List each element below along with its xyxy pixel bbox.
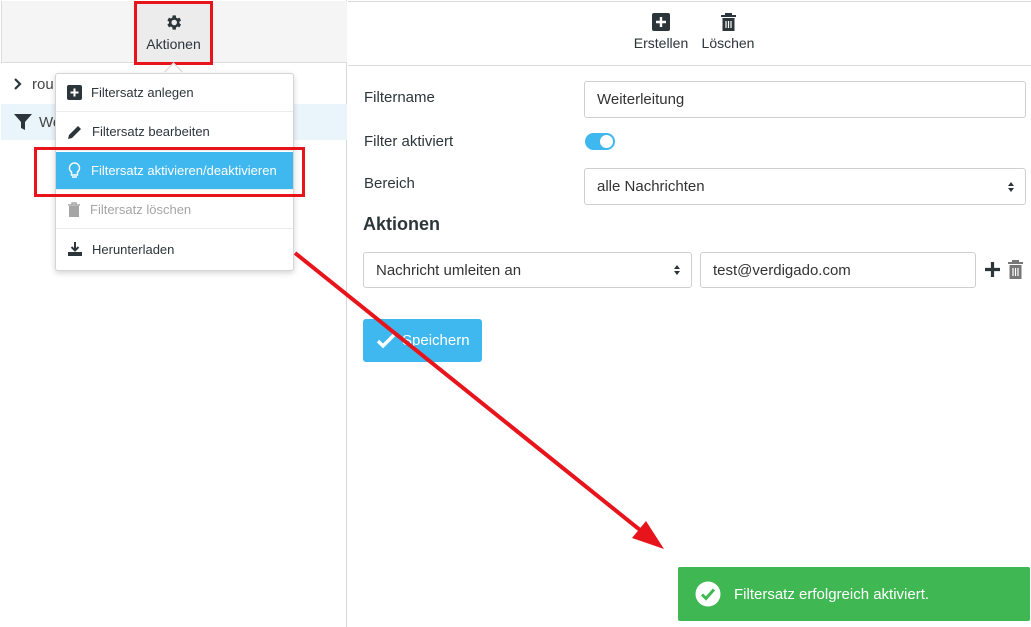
create-label: Erstellen bbox=[633, 35, 689, 51]
delete-button[interactable]: Löschen bbox=[700, 13, 756, 51]
save-label: Speichern bbox=[402, 332, 470, 349]
scope-label: Bereich bbox=[364, 175, 415, 192]
chevron-right-icon bbox=[14, 78, 22, 90]
filtername-input[interactable]: Weiterleitung bbox=[584, 81, 1026, 118]
scope-select[interactable]: alle Nachrichten bbox=[584, 168, 1026, 205]
menu-item-label: Filtersatz löschen bbox=[90, 202, 192, 217]
select-sort-icon bbox=[674, 265, 680, 275]
checkmark-icon bbox=[376, 333, 396, 348]
toggle-knob bbox=[600, 135, 613, 148]
delete-label: Löschen bbox=[701, 35, 755, 51]
filtername-value: Weiterleitung bbox=[597, 91, 685, 108]
toast-message: Filtersatz erfolgreich aktiviert. bbox=[734, 585, 930, 603]
save-button[interactable]: Speichern bbox=[363, 319, 482, 362]
action-type-select[interactable]: Nachricht umleiten an bbox=[363, 252, 692, 288]
annotation-highlight-box bbox=[34, 147, 305, 197]
actions-menu-button[interactable]: Aktionen bbox=[134, 1, 213, 65]
menu-item-download[interactable]: Herunterladen bbox=[56, 230, 293, 268]
filter-enabled-label: Filter aktiviert bbox=[364, 133, 454, 150]
action-target-input[interactable]: test@verdigado.com bbox=[700, 252, 976, 288]
actions-menu-label: Aktionen bbox=[146, 36, 201, 52]
trash-icon bbox=[1008, 260, 1023, 279]
success-toast: Filtersatz erfolgreich aktiviert. bbox=[678, 567, 1030, 621]
filter-icon bbox=[14, 114, 32, 130]
gear-icon bbox=[167, 15, 182, 30]
menu-item-label: Filtersatz bearbeiten bbox=[92, 124, 210, 139]
plus-icon bbox=[985, 262, 1000, 277]
menu-item-label: Herunterladen bbox=[92, 241, 175, 257]
add-action-button[interactable] bbox=[984, 261, 1001, 281]
action-type-value: Nachricht umleiten an bbox=[376, 261, 522, 279]
plus-square-icon bbox=[652, 13, 670, 31]
download-icon bbox=[68, 242, 82, 256]
check-circle-icon bbox=[695, 581, 721, 607]
menu-item-label: Filtersatz anlegen bbox=[91, 85, 194, 100]
pencil-icon bbox=[68, 125, 81, 139]
select-sort-icon bbox=[1008, 181, 1014, 192]
trash-icon bbox=[68, 201, 80, 217]
menu-item-create-filter-set[interactable]: Filtersatz anlegen bbox=[56, 74, 293, 112]
actions-heading: Aktionen bbox=[363, 214, 441, 234]
tree-item-label: rou bbox=[32, 75, 54, 93]
filter-enabled-toggle[interactable] bbox=[585, 133, 615, 150]
trash-icon bbox=[720, 13, 736, 31]
create-button[interactable]: Erstellen bbox=[632, 13, 690, 51]
action-target-value: test@verdigado.com bbox=[713, 261, 851, 279]
scope-value: alle Nachrichten bbox=[597, 178, 705, 195]
menu-item-edit-filter-set[interactable]: Filtersatz bearbeiten bbox=[56, 113, 293, 151]
filtername-label: Filtername bbox=[364, 89, 435, 106]
remove-action-button[interactable] bbox=[1007, 260, 1024, 282]
plus-square-icon bbox=[67, 85, 82, 100]
